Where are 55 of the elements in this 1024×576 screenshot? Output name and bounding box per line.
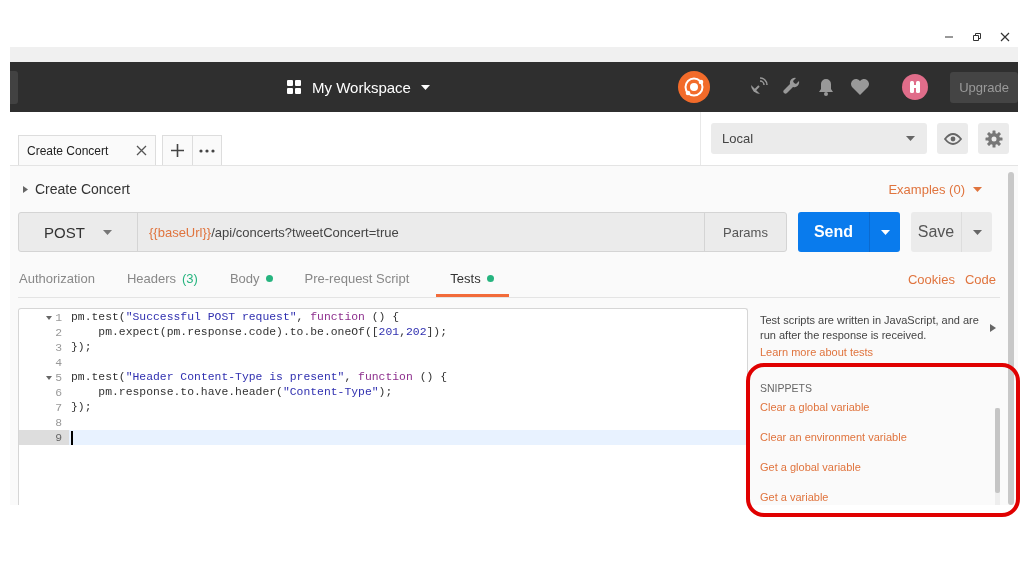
- heart-icon[interactable]: [850, 77, 871, 97]
- snippets-heading: SNIPPETS: [760, 382, 813, 394]
- code-line: });: [70, 340, 93, 355]
- more-icon: [199, 148, 216, 153]
- expand-arrow-icon[interactable]: [990, 324, 996, 332]
- code-editor[interactable]: [18, 308, 748, 505]
- section-tab[interactable]: Pre-request Script: [299, 262, 415, 297]
- grid-icon[interactable]: [286, 79, 302, 95]
- snippet-link[interactable]: Clear a global variable: [760, 400, 995, 415]
- environment-dropdown[interactable]: Local: [711, 123, 927, 154]
- sidebar-toggle[interactable]: [10, 70, 18, 104]
- section-tab[interactable]: Body: [224, 262, 278, 297]
- avatar-icon[interactable]: [902, 74, 929, 100]
- code-line: });: [70, 400, 93, 415]
- eye-icon: [943, 132, 962, 145]
- caret-icon: [906, 136, 915, 141]
- caret-icon: [420, 84, 430, 90]
- section-tab[interactable]: Headers (3): [121, 262, 203, 297]
- tab-title: Create Concert: [27, 143, 109, 158]
- caret-icon: [22, 185, 29, 193]
- sync-icon[interactable]: [678, 71, 711, 103]
- fold-caret-icon[interactable]: [46, 375, 53, 380]
- description-text: Test scripts are written in JavaScript, and are run after the response is received.: [760, 313, 980, 343]
- request-tab[interactable]: Create Concert: [18, 135, 157, 165]
- fold-caret-icon[interactable]: [46, 315, 53, 320]
- scrollbar[interactable]: [995, 408, 1000, 505]
- request-name[interactable]: Create Concert: [18, 181, 130, 197]
- new-tab-button[interactable]: [163, 136, 193, 165]
- plus-icon: [171, 144, 185, 157]
- scrollbar[interactable]: [1008, 172, 1014, 505]
- snippet-link[interactable]: Get a variable: [760, 490, 995, 505]
- caret-icon: [880, 229, 890, 235]
- link[interactable]: Code: [964, 272, 996, 287]
- caret-icon: [973, 186, 982, 192]
- examples-dropdown[interactable]: Examples (0): [888, 181, 982, 197]
- link[interactable]: Cookies: [907, 272, 955, 287]
- workspace-name[interactable]: My Workspace: [312, 78, 411, 96]
- code-line: pm.test("Header Content-Type is present", function () {: [70, 370, 448, 385]
- restore-icon[interactable]: [972, 32, 982, 42]
- snippet-link[interactable]: Get a global variable: [760, 460, 995, 475]
- close-icon[interactable]: [136, 145, 148, 156]
- settings-button[interactable]: [978, 123, 1009, 154]
- upgrade-button[interactable]: Upgrade: [950, 71, 1018, 103]
- snippet-link[interactable]: Clear an environment variable: [760, 430, 995, 445]
- satellite-icon[interactable]: [748, 77, 769, 97]
- close-icon[interactable]: [1000, 32, 1010, 42]
- code-line: pm.response.to.have.header("Content-Type");: [97, 385, 394, 400]
- code-line: pm.test("Successful POST request", function () {: [70, 310, 401, 325]
- line-number: 9: [19, 430, 69, 445]
- learn-more-link[interactable]: Learn more about tests: [760, 346, 1000, 358]
- environment-quick-look-button[interactable]: [937, 123, 968, 154]
- caret-icon: [972, 229, 982, 235]
- section-tab[interactable]: Authorization: [14, 262, 100, 297]
- section-tab[interactable]: Tests: [436, 262, 509, 297]
- code-line: pm.expect(pm.response.code).to.be.oneOf([201,202]);: [97, 325, 448, 340]
